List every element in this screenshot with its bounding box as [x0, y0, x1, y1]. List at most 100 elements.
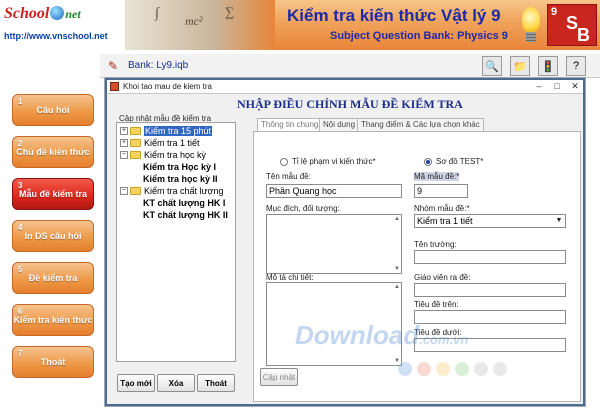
template-group-select[interactable]: Kiểm tra 1 tiết ▼	[414, 214, 566, 228]
badge-number: 9	[551, 6, 558, 18]
diagram-radio[interactable]	[424, 158, 432, 166]
folder-icon	[130, 139, 141, 147]
nav-num: 5	[18, 265, 23, 274]
nav-print-list-button[interactable]: 4 In DS câu hỏi	[12, 220, 94, 252]
purpose-label: Mục đích, đối tượng:	[266, 204, 340, 213]
watermark-dot	[417, 362, 431, 376]
template-name-label: Tên mẫu đề:	[266, 172, 311, 181]
nav-label: Mẫu đề kiểm tra	[18, 189, 88, 199]
watermark-domain: .com.vn	[419, 332, 469, 347]
nav-label: In DS câu hỏi	[24, 231, 82, 241]
tree-item-label: KT chất lượng HK I	[143, 198, 226, 208]
nav-label: Chủ đề kiến thức	[16, 147, 90, 157]
nav-num: 1	[18, 97, 23, 106]
nav-exit-button[interactable]: 7 Thoát	[12, 346, 94, 378]
nav-tests-button[interactable]: 5 Đề kiểm tra	[12, 262, 94, 294]
bank-file-name: Ly9.iqb	[156, 60, 189, 71]
logo-school-text: School	[4, 5, 50, 22]
school-name-field[interactable]	[414, 250, 566, 264]
tree-item[interactable]: − Kiểm tra học kỳ	[120, 150, 206, 160]
logo-net-text: net	[65, 7, 81, 21]
site-url: http://www.vnschool.net	[4, 31, 108, 41]
tree-item-label: Kiểm tra học kỳ	[144, 150, 207, 160]
light-bulb-icon	[520, 3, 542, 47]
bank-icon: ✎	[108, 59, 119, 73]
watermark-dot	[455, 362, 469, 376]
detail-description-label: Mô tả chi tiết:	[266, 273, 314, 282]
school-name-label: Tên trường:	[414, 240, 457, 249]
nav-num: 3	[18, 181, 23, 190]
tree-item-label: Kiểm tra chất lượng	[144, 186, 224, 196]
nav-num: 2	[18, 139, 23, 148]
dialog-header: NHẬP ĐIỀU CHỈNH MẪU ĐỀ KIỂM TRA	[237, 97, 463, 111]
globe-icon	[50, 6, 65, 20]
chevron-down-icon[interactable]: ▼	[554, 216, 564, 226]
traffic-light-icon[interactable]: 🚦	[538, 56, 558, 76]
app-subtitle: Subject Question Bank: Physics 9	[330, 30, 508, 42]
help-icon[interactable]: ?	[566, 56, 586, 76]
template-tree-group: Cập nhật mẫu đề kiểm tra + Kiểm tra 15 ph…	[113, 114, 239, 402]
tree-item[interactable]: Kiểm tra Học kỳ I	[143, 162, 216, 172]
dialog-titlebar: Khoi tao mau de kiem tra – □ ✕	[107, 80, 583, 94]
tree-item[interactable]: KT chất lượng HK II	[143, 210, 228, 220]
collapse-icon[interactable]: −	[120, 187, 128, 195]
tab-content[interactable]: Nội dung	[319, 118, 360, 132]
nav-label: Thoát	[40, 357, 66, 367]
folder-icon[interactable]: 📁	[510, 56, 530, 76]
scroll-up-icon[interactable]: ▲	[394, 284, 400, 290]
app-banner: School net http://www.vnschool.net ∫ mc² …	[0, 0, 600, 50]
download-watermark: Download.com.vn	[295, 320, 468, 351]
nav-test-templates-button[interactable]: 3 Mẫu đề kiểm tra	[12, 178, 94, 210]
tree-item[interactable]: + Kiểm tra 1 tiết	[120, 138, 200, 148]
expand-icon[interactable]: +	[120, 127, 128, 135]
close-icon[interactable]: ✕	[567, 81, 583, 93]
nav-num: 4	[18, 223, 23, 232]
app-title: Kiểm tra kiến thức Vật lý 9	[287, 6, 501, 25]
tree-item-label: Kiểm tra học kỳ II	[143, 174, 218, 184]
exit-dialog-button[interactable]: Thoát	[197, 374, 235, 392]
watermark-dot	[436, 362, 450, 376]
tree-item-label: KT chất lượng HK II	[143, 210, 228, 220]
scroll-up-icon[interactable]: ▲	[394, 216, 400, 222]
nav-topics-button[interactable]: 2 Chủ đề kiến thức	[12, 136, 94, 168]
template-code-field[interactable]: 9	[414, 184, 468, 198]
nav-num: 6	[18, 307, 23, 316]
search-icon[interactable]: 🔍	[482, 56, 502, 76]
new-template-button[interactable]: Tạo mới	[117, 374, 155, 392]
vnschool-logo: School net	[4, 5, 81, 23]
folder-icon	[130, 151, 141, 159]
physics-decoration-image: ∫ mc² ∑	[125, 0, 275, 50]
logo-area: School net http://www.vnschool.net	[0, 0, 125, 50]
template-name-field[interactable]: Phần Quang học	[266, 184, 402, 198]
watermark-text: Download	[295, 320, 420, 350]
tree-item[interactable]: KT chất lượng HK I	[143, 198, 225, 208]
teacher-field[interactable]	[414, 283, 566, 297]
tree-item[interactable]: − Kiểm tra chất lượng	[120, 186, 223, 196]
tree-item-label: Kiểm tra 15 phút	[144, 126, 213, 136]
range-radio[interactable]	[280, 158, 288, 166]
template-code-label: Mã mẫu đề:*	[414, 172, 460, 181]
tree-item[interactable]: + Kiểm tra 15 phút	[120, 126, 213, 136]
nav-label: Kiểm tra kiến thức	[13, 315, 93, 325]
dialog-window-title: Khoi tao mau de kiem tra	[123, 82, 212, 91]
nav-knowledge-test-button[interactable]: 6 Kiểm tra kiến thức	[12, 304, 94, 336]
delete-template-button[interactable]: Xóa	[157, 374, 195, 392]
tree-item[interactable]: Kiểm tra học kỳ II	[143, 174, 218, 184]
nav-questions-button[interactable]: 1 Câu hỏi	[12, 94, 94, 126]
update-button[interactable]: Cập nhật	[260, 368, 298, 386]
minimize-icon[interactable]: –	[531, 81, 547, 93]
template-dialog: Khoi tao mau de kiem tra – □ ✕ NHẬP ĐIỀU…	[104, 77, 586, 407]
maximize-icon[interactable]: □	[549, 81, 565, 93]
badge-letter-b: B	[577, 25, 590, 45]
nav-label: Đề kiểm tra	[28, 273, 78, 283]
folder-icon	[130, 187, 141, 195]
watermark-dot	[474, 362, 488, 376]
purpose-textarea[interactable]: ▲ ▼	[266, 214, 402, 274]
collapse-icon[interactable]: −	[120, 151, 128, 159]
diagram-radio-label: Sơ đồ TEST*	[436, 157, 484, 166]
grade-badge: 9 S B	[547, 4, 597, 46]
scroll-down-icon[interactable]: ▼	[394, 266, 400, 272]
tab-scoring-options[interactable]: Thang điểm & Các lựa chọn khác	[357, 118, 484, 132]
expand-icon[interactable]: +	[120, 139, 128, 147]
tab-general-info[interactable]: Thông tin chung	[257, 118, 323, 132]
